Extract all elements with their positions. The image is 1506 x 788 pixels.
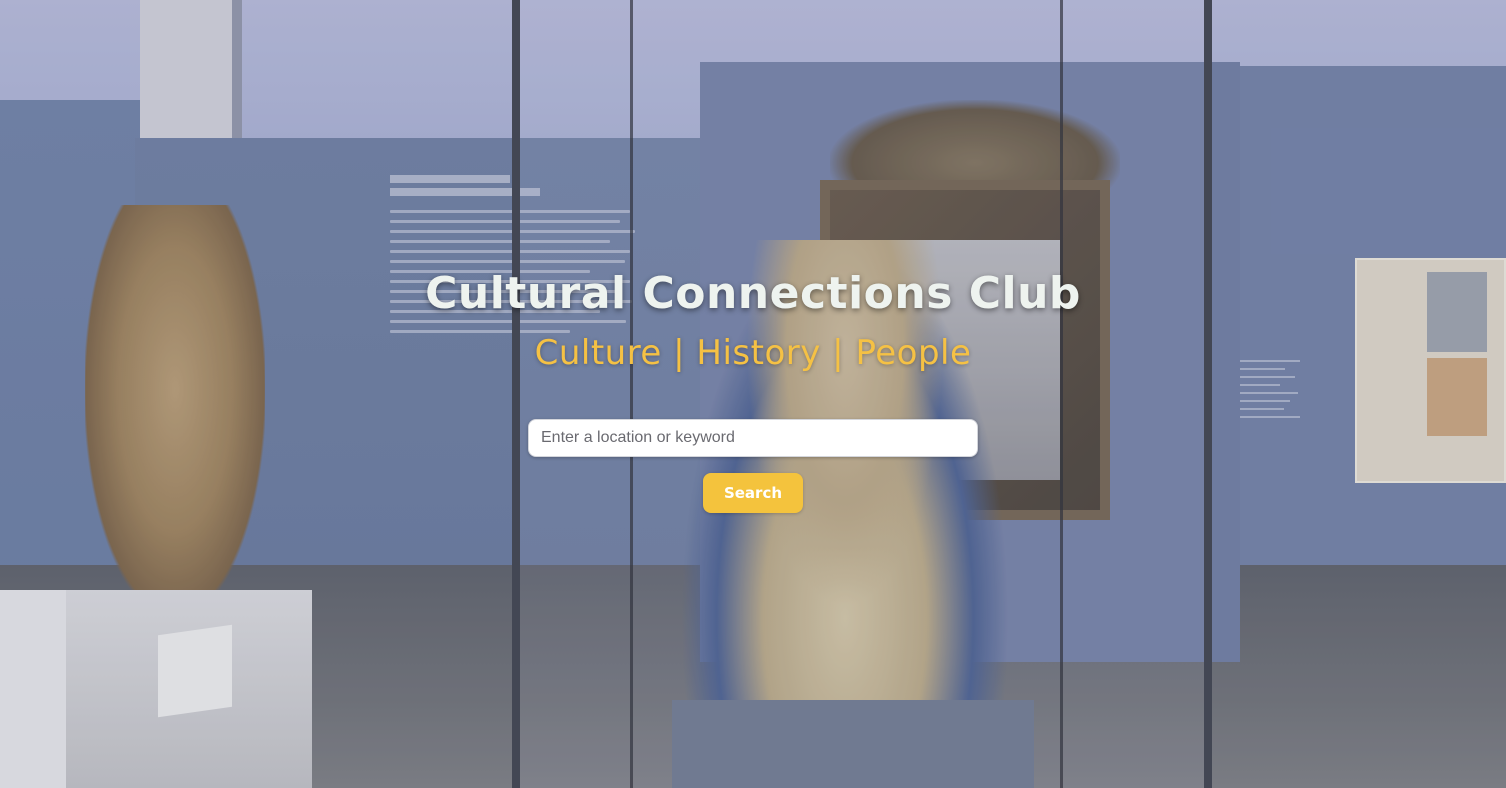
hero-section: Cultural Connections Club Culture | Hist… bbox=[0, 0, 1506, 788]
search-button[interactable]: Search bbox=[703, 473, 803, 513]
site-tagline: Culture | History | People bbox=[534, 333, 972, 373]
site-title: Cultural Connections Club bbox=[425, 268, 1081, 319]
search-input[interactable] bbox=[528, 419, 978, 457]
